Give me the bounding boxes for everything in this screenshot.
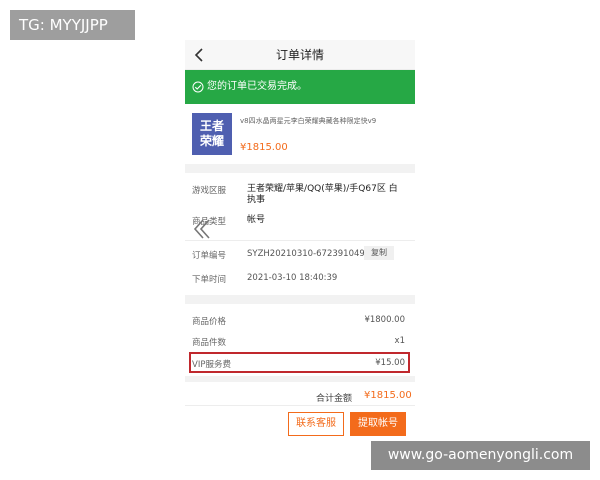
- row-divider: [185, 240, 415, 241]
- vip-fee-highlight-box: [189, 352, 410, 373]
- region-value-line2: 执事: [247, 195, 266, 205]
- thumb-text-line1: 王者: [199, 119, 224, 133]
- region-value-line1: 王者荣耀/苹果/QQ(苹果)/手Q67区 白: [247, 184, 398, 194]
- tg-badge: TG: MYYJJPP: [10, 10, 135, 40]
- double-chevron-left-icon[interactable]: [190, 214, 212, 244]
- check-circle-icon: [192, 81, 204, 93]
- order-time-label: 下单时间: [192, 275, 227, 285]
- price-value: ¥1800.00: [364, 315, 405, 325]
- type-value: 帐号: [247, 215, 266, 225]
- product-price: ¥1815.00: [240, 142, 288, 153]
- order-time-value: 2021-03-10 18:40:39: [247, 273, 338, 283]
- order-complete-banner: 您的订单已交易完成。: [185, 70, 415, 104]
- extract-account-button[interactable]: 提取帐号: [350, 412, 406, 436]
- order-no-label: 订单编号: [192, 251, 227, 261]
- contact-support-button[interactable]: 联系客服: [288, 412, 344, 436]
- quantity-value: x1: [394, 336, 405, 346]
- total-value: ¥1815.00: [364, 390, 412, 401]
- region-label: 游戏区服: [192, 186, 227, 196]
- section-divider: [185, 376, 415, 382]
- page-title: 订单详情: [275, 48, 324, 62]
- product-card[interactable]: 王者 荣耀 v8四水晶两星元李白荣耀典藏各种限定快v9 ¥1815.00: [185, 104, 415, 164]
- quantity-label: 商品件数: [192, 338, 227, 348]
- product-title: v8四水晶两星元李白荣耀典藏各种限定快v9: [240, 117, 377, 125]
- site-watermark: www.go-aomenyongli.com: [371, 441, 590, 470]
- order-no-value: SYZH20210310-672391049: [247, 249, 365, 259]
- price-label: 商品价格: [192, 317, 227, 327]
- nav-bar: 订单详情: [185, 40, 415, 70]
- section-divider: [185, 164, 415, 173]
- row-divider: [185, 405, 415, 406]
- section-divider: [185, 295, 415, 304]
- thumb-text-line2: 荣耀: [199, 134, 224, 148]
- product-thumbnail: 王者 荣耀: [192, 113, 232, 155]
- copy-order-no-button[interactable]: 复制: [364, 246, 394, 260]
- order-complete-text: 您的订单已交易完成。: [207, 81, 307, 92]
- total-label: 合计金额: [316, 394, 353, 404]
